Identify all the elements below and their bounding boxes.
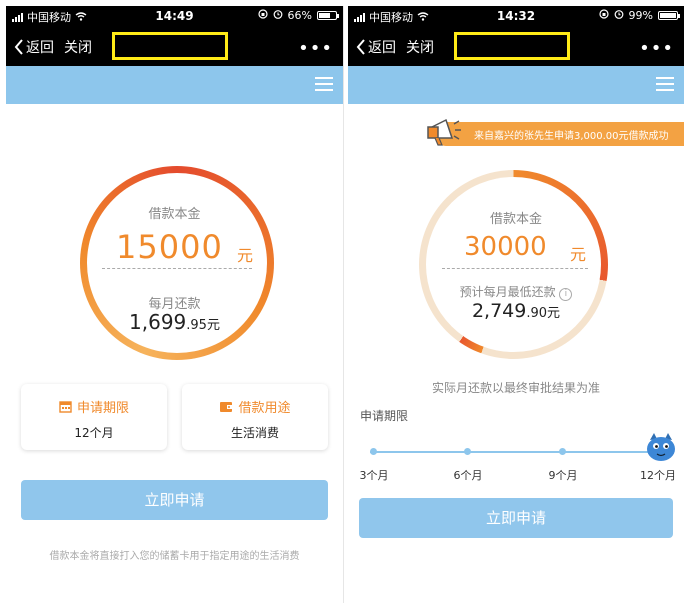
battery-percent: 99% <box>628 9 653 22</box>
close-button[interactable]: 关闭 <box>64 37 92 57</box>
monthly-value: 2,749.90元 <box>471 300 561 322</box>
more-button[interactable]: ••• <box>639 38 674 59</box>
banner-text: 来自嘉兴的张先生申请3,000.00元借款成功 <box>474 131 669 142</box>
slider-handle-monster-icon[interactable] <box>644 430 678 468</box>
close-button[interactable]: 关闭 <box>406 37 434 57</box>
back-button[interactable]: 返回 <box>356 37 396 57</box>
apply-button[interactable]: 立即申请 <box>359 498 673 538</box>
success-banner: 来自嘉兴的张先生申请3,000.00元借款成功 <box>434 122 684 146</box>
status-bar: 中国移动 14:49 66% <box>6 6 343 26</box>
monthly-label: 预计每月最低还款 i <box>348 283 684 301</box>
lock-rotation-icon <box>257 9 268 22</box>
header-bar <box>6 66 343 104</box>
header-bar <box>348 66 684 104</box>
battery-icon <box>658 11 680 20</box>
chevron-left-icon <box>14 39 23 55</box>
redacted-title <box>112 32 228 60</box>
calendar-icon <box>59 401 72 413</box>
slider-stop[interactable] <box>370 448 377 455</box>
back-label: 返回 <box>368 40 396 56</box>
right-screen: 中国移动 14:32 99% 返回 关闭 ••• 来自嘉兴的张先生申请3,000… <box>348 6 684 603</box>
term-label: 申请期限 <box>360 409 409 423</box>
megaphone-icon <box>426 114 462 152</box>
amount-unit: 元 <box>237 246 254 265</box>
tick-label: 9个月 <box>548 469 578 482</box>
loan-label: 借款本金 <box>148 207 201 222</box>
tick-label: 6个月 <box>453 469 483 482</box>
back-label: 返回 <box>26 40 54 56</box>
apply-button[interactable]: 立即申请 <box>21 480 328 520</box>
slider-stop[interactable] <box>559 448 566 455</box>
amount-value: 30000 <box>464 232 547 262</box>
term-slider[interactable] <box>368 444 668 464</box>
alarm-icon <box>614 9 624 22</box>
amount-value: 15000 <box>116 228 223 266</box>
purpose-value: 生活消费 <box>230 426 279 440</box>
battery-percent: 66% <box>287 9 312 22</box>
term-card[interactable]: 申请期限 12个月 <box>21 384 167 450</box>
amount-display[interactable]: 30000 元 <box>442 232 588 269</box>
chevron-left-icon <box>356 39 365 55</box>
loan-label: 借款本金 <box>489 212 542 227</box>
tick-label: 3个月 <box>359 469 389 482</box>
status-bar: 中国移动 14:32 99% <box>348 6 684 26</box>
battery-icon <box>317 11 339 20</box>
term-title: 申请期限 <box>76 401 129 416</box>
back-button[interactable]: 返回 <box>14 37 54 57</box>
alarm-icon <box>273 9 283 22</box>
menu-icon[interactable] <box>656 77 674 91</box>
purpose-title: 借款用途 <box>238 401 291 416</box>
nav-bar: 返回 关闭 ••• <box>6 26 343 66</box>
redacted-title <box>454 32 570 60</box>
monthly-value: 1,699.95元 <box>129 310 220 334</box>
tick-label: 12个月 <box>640 469 676 482</box>
wallet-icon <box>220 402 233 412</box>
term-value: 12个月 <box>74 426 114 440</box>
more-button[interactable]: ••• <box>298 38 333 59</box>
amount-display[interactable]: 15000 元 <box>102 228 254 269</box>
left-screen: 中国移动 14:49 66% 返回 关闭 ••• 借款本金 15000 元 每月… <box>6 6 344 603</box>
footnote: 借款本金将直接打入您的储蓄卡用于指定用途的生活消费 <box>49 551 300 562</box>
slider-stop[interactable] <box>464 448 471 455</box>
main-content: 来自嘉兴的张先生申请3,000.00元借款成功 借款本金 30000 元 预计每… <box>348 104 684 603</box>
approval-notice: 实际月还款以最终审批结果为准 <box>431 381 600 395</box>
lock-rotation-icon <box>598 9 609 22</box>
purpose-card[interactable]: 借款用途 生活消费 <box>182 384 328 450</box>
main-content: 借款本金 15000 元 每月还款 1,699.95元 申请期限 12个月 借款… <box>6 104 343 603</box>
amount-unit: 元 <box>570 245 587 264</box>
slider-track <box>370 451 658 453</box>
menu-icon[interactable] <box>315 77 333 91</box>
nav-bar: 返回 关闭 ••• <box>348 26 684 66</box>
